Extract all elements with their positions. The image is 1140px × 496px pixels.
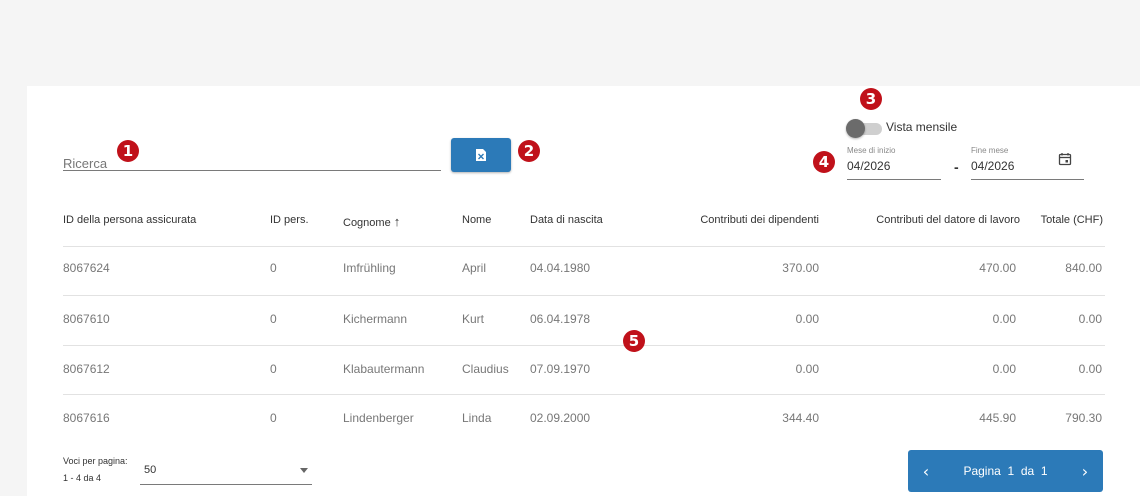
annotation-badge-3: 3 <box>860 88 882 110</box>
items-range-label: 1 - 4 da 4 <box>63 473 102 483</box>
excel-file-icon <box>476 149 486 161</box>
chevron-left-icon[interactable]: ‹ <box>908 462 944 481</box>
pagination-control: ‹ Pagina 1 da 1 › <box>908 450 1103 492</box>
column-header-employee-contrib[interactable]: Contributi dei dipendenti <box>620 214 819 226</box>
table-cell: 0.00 <box>992 312 1016 326</box>
table-cell: 8067610 <box>63 312 110 326</box>
table-cell: Imfrühling <box>343 261 396 275</box>
export-excel-button[interactable] <box>451 138 511 172</box>
column-header-surname-label: Cognome <box>343 217 391 229</box>
page-indicator: Pagina 1 da 1 <box>963 464 1048 478</box>
column-header-name[interactable]: Nome <box>462 214 491 226</box>
sort-ascending-icon: ↑ <box>393 214 401 229</box>
table-cell: Lindenberger <box>343 411 414 425</box>
items-per-page-value: 50 <box>144 464 157 476</box>
column-header-employer-contrib[interactable]: Contributi del datore di lavoro <box>820 214 1020 226</box>
table-cell: 0 <box>270 411 277 425</box>
row-divider <box>63 345 1105 346</box>
start-month-value[interactable]: 04/2026 <box>847 159 890 173</box>
table-cell: Klabautermann <box>343 362 425 376</box>
table-cell: 445.90 <box>979 411 1016 425</box>
table-cell: Linda <box>462 411 492 425</box>
annotation-badge-2: 2 <box>518 140 540 162</box>
table-cell: 06.04.1978 <box>530 312 591 326</box>
table-cell: Claudius <box>462 362 509 376</box>
table-cell: 07.09.1970 <box>530 362 591 376</box>
header-divider <box>63 246 1105 247</box>
table-cell: 8067612 <box>63 362 110 376</box>
calendar-icon[interactable] <box>1058 152 1072 166</box>
annotation-badge-5: 5 <box>623 330 645 352</box>
annotation-badge-4: 4 <box>813 151 835 173</box>
table-cell: 02.09.2000 <box>530 411 591 425</box>
row-divider <box>63 295 1105 296</box>
start-month-field[interactable]: Mese di inizio 04/2026 <box>847 146 941 180</box>
table-cell: 0 <box>270 261 277 275</box>
table-cell: 0.00 <box>795 312 819 326</box>
table-cell: 0 <box>270 362 277 376</box>
monthly-view-toggle-knob[interactable] <box>846 119 865 138</box>
table-cell: 8067616 <box>63 411 110 425</box>
table-cell: 370.00 <box>782 261 819 275</box>
table-cell: 0 <box>270 312 277 326</box>
column-header-birthdate[interactable]: Data di nascita <box>530 214 603 226</box>
column-header-insured-id[interactable]: ID della persona assicurata <box>63 214 196 226</box>
items-per-page-label: Voci per pagina: <box>63 456 128 466</box>
monthly-view-label: Vista mensile <box>886 120 958 134</box>
column-header-surname[interactable]: Cognome ↑ <box>343 214 400 229</box>
items-per-page-select[interactable]: 50 <box>140 458 312 485</box>
table-cell: 0.00 <box>992 362 1016 376</box>
table-cell: 840.00 <box>1065 261 1102 275</box>
annotation-badge-1: 1 <box>117 140 139 162</box>
table-cell: 0.00 <box>1078 362 1102 376</box>
end-month-value[interactable]: 04/2026 <box>971 159 1014 173</box>
table-cell: Kurt <box>462 312 485 326</box>
table-cell: 790.30 <box>1065 411 1102 425</box>
table-cell: 8067624 <box>63 261 110 275</box>
date-range-separator: - <box>954 159 959 175</box>
start-month-label: Mese di inizio <box>847 146 896 155</box>
table-cell: 470.00 <box>979 261 1016 275</box>
end-month-label: Fine mese <box>971 146 1009 155</box>
table-cell: Kichermann <box>343 312 408 326</box>
column-header-pers-id[interactable]: ID pers. <box>270 214 309 226</box>
table-cell: 04.04.1980 <box>530 261 591 275</box>
table-cell: April <box>462 261 487 275</box>
column-header-total[interactable]: Totale (CHF) <box>1030 214 1103 226</box>
chevron-down-icon <box>300 468 308 473</box>
table-cell: 0.00 <box>1078 312 1102 326</box>
chevron-right-icon[interactable]: › <box>1067 462 1103 481</box>
table-cell: 344.40 <box>782 411 819 425</box>
table-cell: 0.00 <box>795 362 819 376</box>
row-divider <box>63 394 1105 395</box>
